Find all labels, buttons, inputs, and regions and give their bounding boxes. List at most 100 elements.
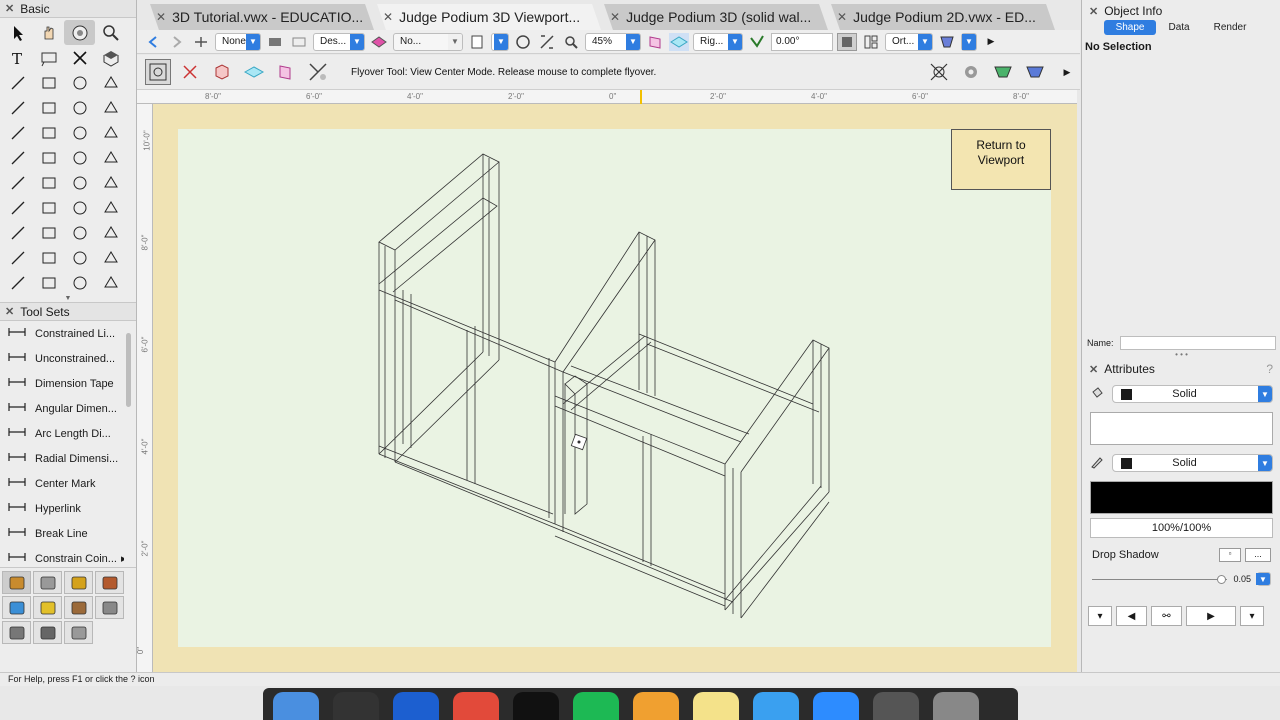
class-dropdown[interactable]: None ▼ [215,32,261,51]
document-tab[interactable]: ✕ 3D Tutorial.vwx - EDUCATIO... [150,4,374,30]
snap-icon[interactable] [937,33,957,51]
fillet-tool-icon[interactable] [95,195,126,220]
messages-dock-icon[interactable] [753,692,799,720]
mechanical-set-icon[interactable] [33,621,62,644]
visibility-tool-icon[interactable] [95,145,126,170]
view-pane-icon[interactable] [861,33,881,51]
mirror-tool-icon[interactable] [95,170,126,195]
fill-style-dropdown[interactable]: Solid ▼ [1112,385,1273,403]
furniture-set-icon[interactable] [64,596,93,619]
double-line-tool-icon[interactable] [33,70,64,95]
zoom-dropdown[interactable]: 45% ▼ [585,32,641,51]
selection-tool-icon[interactable] [2,20,33,45]
flyover-settings-icon[interactable] [305,59,331,85]
toolset-item[interactable]: Unconstrained... [0,346,124,371]
clip-tool-icon[interactable] [64,220,95,245]
line-weight-stepper[interactable]: ▼ [1256,572,1271,586]
line-tool-icon[interactable] [2,70,33,95]
fit-to-window-icon[interactable] [513,33,533,51]
link-icon[interactable]: ⚯ [1151,606,1182,626]
working-plane-icon[interactable] [645,33,665,51]
3d-locus-tool-icon[interactable] [95,45,126,70]
rounded-rectangle-tool-icon[interactable] [95,70,126,95]
attribute-mapping-tool-icon[interactable] [64,145,95,170]
pen-color-swatch[interactable] [1090,481,1273,514]
object-info-tab[interactable]: Render [1202,20,1259,35]
notes-dock-icon[interactable] [693,692,739,720]
walls-set-icon[interactable] [33,571,62,594]
previous-arrow-icon[interactable]: ◀ [1116,606,1147,626]
document-tab[interactable]: ✕ Judge Podium 3D (solid wal... [604,4,828,30]
toolset-item[interactable]: Angular Dimen... [0,396,124,421]
toolset-item[interactable]: Radial Dimensi... [0,446,124,471]
page-icon[interactable] [467,33,487,51]
flyover-mode-icon[interactable] [145,59,171,85]
toolset-item[interactable]: Hyperlink [0,496,124,521]
object-info-tab[interactable]: Data [1156,20,1201,35]
connect-tool-icon[interactable] [64,195,95,220]
close-tab-icon[interactable]: ✕ [383,10,393,24]
layer-dropdown[interactable]: Des... ▼ [313,32,365,51]
zoom-tool-icon[interactable] [95,20,126,45]
toolset-item[interactable]: Center Mark [0,471,124,496]
standard-view-dropdown[interactable]: Rig... ▼ [693,32,743,51]
dims-notes-set-icon[interactable] [95,596,124,619]
building-shell-set-icon[interactable] [95,571,124,594]
close-tab-icon[interactable]: ✕ [610,10,620,24]
regular-polygon-tool-icon[interactable] [95,120,126,145]
eyedropper-tool-icon[interactable] [33,145,64,170]
angle-dimension-tool-icon[interactable] [64,245,95,270]
snap-dropdown[interactable]: ▼ [961,32,977,51]
spiral-tool-icon[interactable] [2,145,33,170]
dimension-chain-tool-icon[interactable] [33,245,64,270]
rectangle-tool-icon[interactable] [64,70,95,95]
clock-dock-icon[interactable] [333,692,379,720]
view-settings-icon[interactable] [926,59,952,85]
site-planning-set-icon[interactable] [2,596,31,619]
name-field[interactable] [1119,336,1276,350]
forward-arrow-icon[interactable] [167,33,187,51]
polygon-tool-icon[interactable] [33,120,64,145]
working-plane-center-icon[interactable] [241,59,267,85]
spotify-dock-icon[interactable] [573,692,619,720]
toolset-item[interactable]: Dimension Tape [0,371,124,396]
layer-stack-icon[interactable] [265,33,285,51]
view-center-mode-icon[interactable] [177,59,203,85]
move-by-points-tool-icon[interactable] [95,220,126,245]
class-options-icon[interactable] [191,33,211,51]
mouse-position-tool-icon[interactable] [33,270,64,295]
opacity-button[interactable]: 100%/100% [1090,518,1273,538]
gear-icon[interactable] [958,59,984,85]
chevron-right-icon[interactable]: ▶ [1054,59,1080,85]
pen-style-dropdown[interactable]: Solid ▼ [1112,454,1273,472]
chamfer-tool-icon[interactable] [2,220,33,245]
lighting-set-icon[interactable] [33,596,62,619]
arc-tool-icon[interactable] [64,95,95,120]
chevron-right-icon[interactable]: ▸ [121,552,124,565]
layer-plane-icon[interactable] [669,32,689,51]
render-mode-icon[interactable] [369,33,389,51]
offset-tool-icon[interactable] [33,170,64,195]
safari-dock-icon[interactable] [393,692,439,720]
dimension-tool-icon[interactable] [2,245,33,270]
pan-tool-icon[interactable] [33,20,64,45]
return-to-viewport-button[interactable]: Return to Viewport [951,129,1051,190]
vectorworks-dock-icon[interactable] [513,692,559,720]
unified-view-icon[interactable] [837,32,857,51]
slider-knob[interactable] [1217,574,1227,584]
projection-dropdown[interactable]: Ort... ▼ [885,32,933,51]
callout-tool-icon[interactable] [33,45,64,70]
chevron-down-icon[interactable]: ▾ [1088,606,1112,626]
drop-shadow-settings-button[interactable]: ... [1245,548,1271,562]
reshape-tool-icon[interactable] [2,195,33,220]
cylinder-tool-icon[interactable] [95,270,126,295]
chrome-dock-icon[interactable] [453,692,499,720]
split-tool-icon[interactable] [33,195,64,220]
chevron-down-icon[interactable]: ▾ [1240,606,1264,626]
double-line-polygon-tool-icon[interactable] [64,120,95,145]
document-tab[interactable]: ✕ Judge Podium 3D Viewport... [377,4,601,30]
layer-options-icon[interactable] [289,33,309,51]
basic-set-icon[interactable] [2,571,31,594]
rotation-angle-field[interactable]: 0.00° [771,32,833,51]
close-tab-icon[interactable]: ✕ [837,10,847,24]
